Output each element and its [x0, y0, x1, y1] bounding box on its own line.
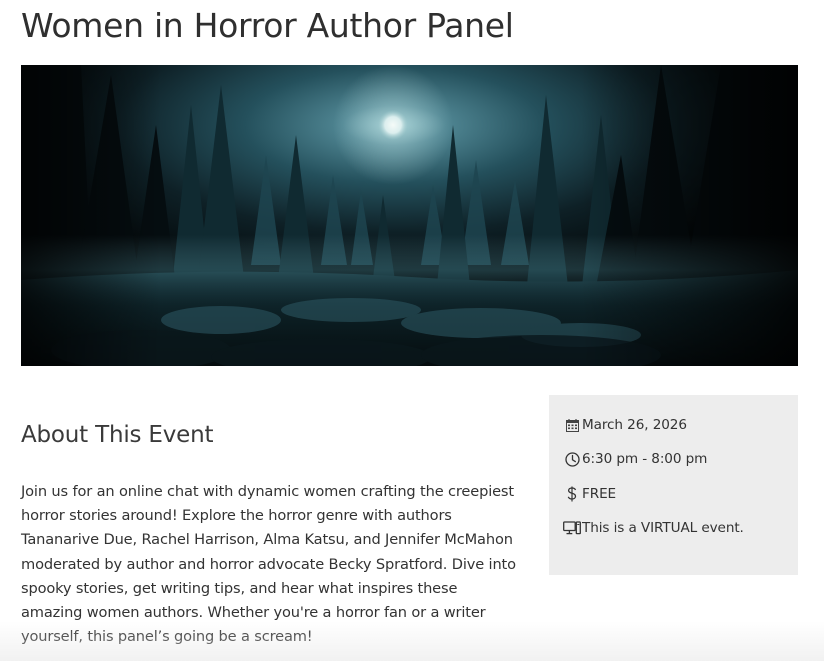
event-page: Women in Horror Author Panel About This … [0, 0, 824, 661]
event-date-text: March 26, 2026 [582, 417, 687, 433]
event-cost: FREE [563, 485, 616, 503]
event-date: March 26, 2026 [563, 416, 687, 434]
event-time: 6:30 pm - 8:00 pm [563, 450, 707, 468]
event-image [21, 65, 798, 366]
event-title: Women in Horror Author Panel [21, 6, 514, 45]
dollar-icon [563, 485, 581, 503]
event-type-text: This is a VIRTUAL event. [582, 520, 744, 536]
calendar-icon [563, 416, 581, 434]
event-time-text: 6:30 pm - 8:00 pm [582, 451, 708, 467]
clock-icon [563, 450, 581, 468]
computer-icon [563, 519, 581, 537]
event-details-panel: March 26, 2026 6:30 pm - 8:00 pm FREE Th… [549, 395, 798, 575]
about-heading: About This Event [21, 422, 214, 448]
event-cost-text: FREE [582, 486, 617, 502]
event-description: Join us for an online chat with dynamic … [21, 483, 516, 646]
event-type: This is a VIRTUAL event. [563, 519, 744, 537]
